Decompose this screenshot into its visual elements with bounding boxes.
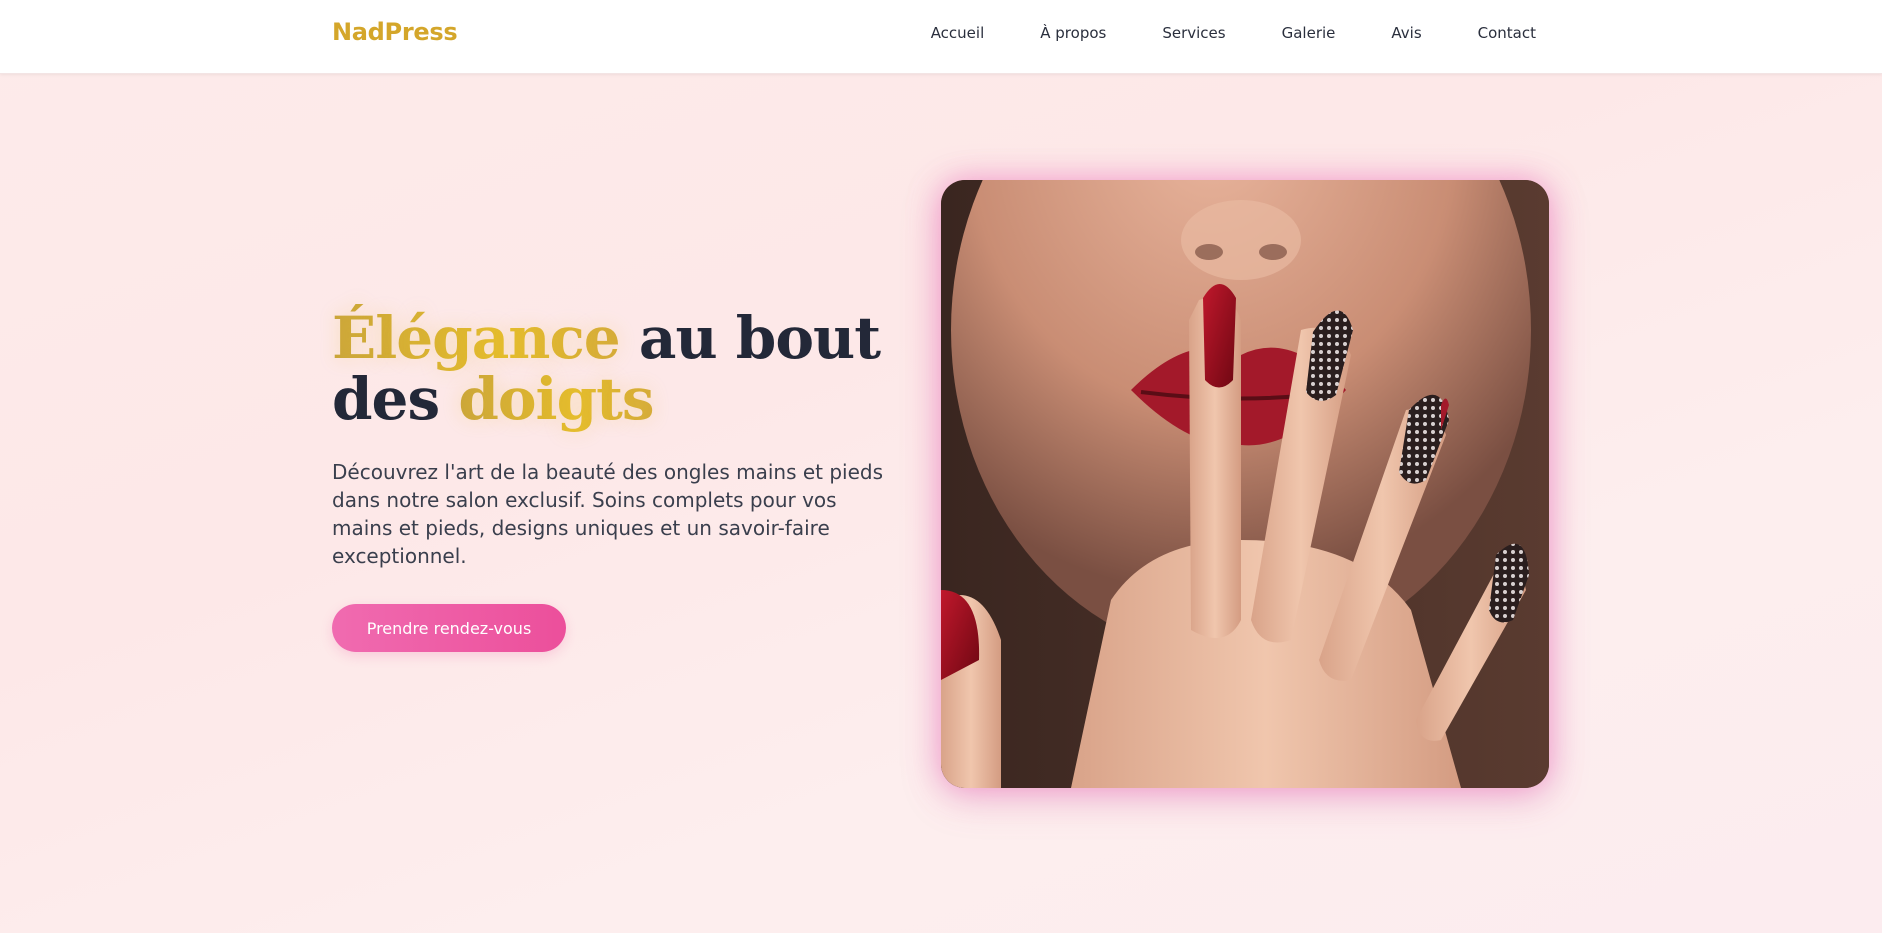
manicured-hand-illustration <box>941 180 1549 788</box>
hero-title: Élégance au bout des doigts <box>332 308 892 430</box>
hero-description: Découvrez l'art de la beauté des ongles … <box>332 460 884 568</box>
nav-link-a-propos[interactable]: À propos <box>1040 24 1106 42</box>
hero-image <box>941 180 1549 788</box>
top-navbar: NadPress Accueil À propos Services Galer… <box>0 0 1882 74</box>
nav-link-accueil[interactable]: Accueil <box>931 24 985 42</box>
hero-title-highlight-2: doigts <box>458 365 654 433</box>
main-nav: Accueil À propos Services Galerie Avis C… <box>931 24 1536 42</box>
book-appointment-button[interactable]: Prendre rendez-vous <box>332 604 566 652</box>
hero-title-highlight-1: Élégance <box>332 304 621 372</box>
nav-link-avis[interactable]: Avis <box>1391 24 1421 42</box>
nav-link-services[interactable]: Services <box>1162 24 1225 42</box>
nav-link-galerie[interactable]: Galerie <box>1282 24 1336 42</box>
nav-link-contact[interactable]: Contact <box>1478 24 1536 42</box>
brand-logo[interactable]: NadPress <box>332 18 458 46</box>
